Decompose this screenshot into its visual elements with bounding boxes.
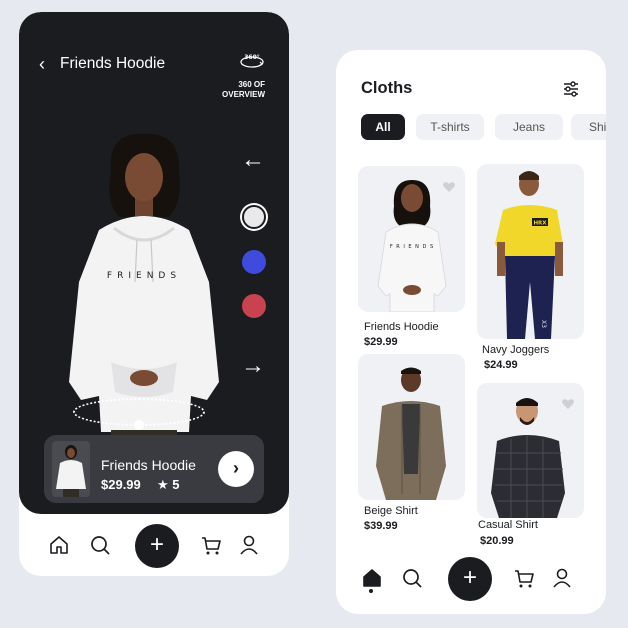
- svg-text:360°: 360°: [244, 54, 260, 61]
- cart-icon[interactable]: [200, 534, 222, 556]
- heart-icon[interactable]: [561, 397, 575, 411]
- cart-icon[interactable]: [513, 567, 535, 589]
- svg-text:X3: X3: [540, 320, 547, 328]
- product-card-casual-shirt[interactable]: [477, 383, 584, 518]
- product-price: $20.99: [480, 535, 514, 547]
- home-icon[interactable]: [361, 567, 383, 589]
- chip-jeans[interactable]: Jeans: [495, 114, 563, 140]
- user-icon[interactable]: [551, 567, 573, 589]
- card-title: Friends Hoodie: [101, 457, 196, 473]
- product-price: $29.99: [364, 336, 398, 348]
- color-swatch-white[interactable]: [242, 205, 266, 229]
- product-image: HRX X3: [495, 171, 563, 339]
- home-icon[interactable]: [48, 534, 70, 556]
- overview-label: 360 OF OVERVIEW: [222, 80, 265, 99]
- chip-tshirts[interactable]: T-shirts: [416, 114, 484, 140]
- color-swatch-red[interactable]: [242, 294, 266, 318]
- svg-text:HRX: HRX: [533, 221, 547, 227]
- svg-text:F R I E N D S: F R I E N D S: [390, 244, 434, 250]
- color-swatch-blue[interactable]: [242, 250, 266, 274]
- heart-icon[interactable]: [442, 180, 456, 194]
- product-card-friends-hoodie[interactable]: F R I E N D S: [358, 166, 465, 312]
- bottom-nav: +: [19, 514, 289, 576]
- product-detail-screen: ‹ Friends Hoodie 360° 360 OF OVERVIEW FR…: [19, 12, 289, 576]
- add-button[interactable]: +: [135, 524, 179, 568]
- chip-all[interactable]: All: [361, 114, 405, 140]
- arrow-left-icon[interactable]: ←: [241, 148, 265, 172]
- hoodie-print: FRIENDS: [107, 271, 181, 281]
- product-summary-card[interactable]: Friends Hoodie $29.99 ★ 5 ›: [44, 435, 264, 503]
- product-viewer: ‹ Friends Hoodie 360° 360 OF OVERVIEW FR…: [19, 12, 289, 514]
- chevron-left-icon[interactable]: ‹: [39, 54, 45, 74]
- chevron-right-icon[interactable]: ›: [218, 451, 254, 487]
- card-price: $29.99: [101, 477, 141, 492]
- bottom-nav: +: [336, 550, 606, 614]
- page-title: Cloths: [361, 79, 413, 97]
- product-name: Beige Shirt: [364, 505, 418, 517]
- product-image: [376, 367, 446, 500]
- page-title: Friends Hoodie: [60, 55, 166, 72]
- add-button[interactable]: +: [448, 557, 492, 601]
- catalog-screen: Cloths All T-shirts Jeans Shi F R I E N …: [336, 50, 606, 614]
- category-chips: All T-shirts Jeans Shi: [361, 114, 606, 140]
- product-name: Friends Hoodie: [364, 321, 439, 333]
- search-icon[interactable]: [89, 534, 111, 556]
- product-card-navy-joggers[interactable]: HRX X3: [477, 164, 584, 339]
- product-thumbnail: [52, 441, 90, 497]
- model-image[interactable]: FRIENDS: [59, 132, 229, 442]
- product-price: $24.99: [484, 359, 518, 371]
- search-icon[interactable]: [401, 567, 423, 589]
- card-rating: ★ 5: [157, 477, 180, 492]
- rotate-360-icon[interactable]: 360°: [239, 52, 265, 70]
- chip-shirts[interactable]: Shi: [571, 114, 606, 140]
- sliders-icon[interactable]: [562, 80, 580, 98]
- product-name: Casual Shirt: [478, 519, 538, 531]
- rotation-handle[interactable]: [134, 420, 144, 430]
- product-name: Navy Joggers: [482, 344, 550, 356]
- product-price: $39.99: [364, 520, 398, 532]
- arrow-right-icon[interactable]: →: [241, 354, 265, 378]
- user-icon[interactable]: [238, 534, 260, 556]
- product-card-beige-shirt[interactable]: [358, 354, 465, 500]
- active-indicator: [369, 589, 373, 593]
